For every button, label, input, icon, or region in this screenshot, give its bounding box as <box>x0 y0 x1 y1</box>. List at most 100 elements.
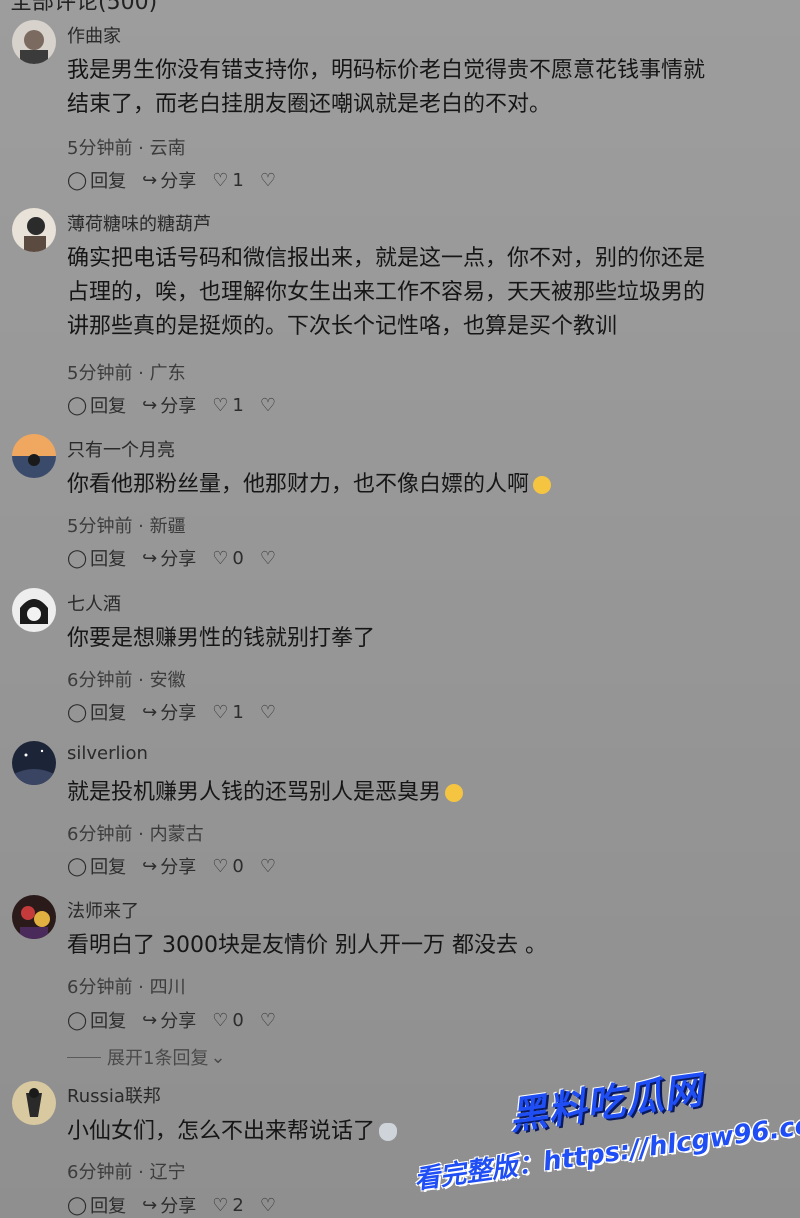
avatar[interactable] <box>12 741 56 785</box>
dislike-button[interactable]: ♡ <box>260 856 279 877</box>
heart-icon: ♡ <box>212 169 229 191</box>
comment-text-line: 你看他那粉丝量，他那财力，也不像白嫖的人啊 <box>67 468 787 502</box>
dislike-button[interactable]: ♡ <box>260 395 279 416</box>
broken-heart-icon: ♡ <box>259 394 276 416</box>
speech-bubble-icon: ◯ <box>67 1194 88 1216</box>
like-count: 1 <box>232 701 244 723</box>
divider <box>67 1056 101 1058</box>
grin-emoji-icon <box>533 476 552 494</box>
share-arrow-icon: ↪ <box>142 394 158 416</box>
reply-button[interactable]: ◯ 回复 <box>67 853 126 879</box>
username[interactable]: 作曲家 <box>67 22 121 48</box>
like-button[interactable]: ♡ 0 <box>212 548 244 569</box>
reply-button[interactable]: ◯ 回复 <box>67 699 126 725</box>
heart-icon: ♡ <box>212 701 229 723</box>
speech-bubble-icon: ◯ <box>67 547 88 569</box>
broken-heart-icon: ♡ <box>259 547 276 569</box>
share-button[interactable]: ↪ 分享 <box>142 1007 196 1033</box>
avatar[interactable] <box>12 208 56 252</box>
like-button[interactable]: ♡ 1 <box>212 395 244 416</box>
share-button[interactable]: ↪ 分享 <box>142 853 196 879</box>
broken-heart-icon: ♡ <box>259 855 276 877</box>
dislike-button[interactable]: ♡ <box>260 702 279 723</box>
heart-icon: ♡ <box>212 394 229 416</box>
avatar[interactable] <box>12 434 56 478</box>
share-button[interactable]: ↪ 分享 <box>142 392 196 418</box>
share-button[interactable]: ↪ 分享 <box>142 167 196 193</box>
username[interactable]: 只有一个月亮 <box>67 436 175 462</box>
dislike-button[interactable]: ♡ <box>260 1195 279 1216</box>
comment-text-line: 看明白了 3000块是友情价 别人开一万 都没去 。 <box>67 933 547 958</box>
comment-text-line: 你要是想赚男性的钱就别打拳了 <box>67 626 376 651</box>
like-button[interactable]: ♡ 1 <box>212 702 244 723</box>
reply-label: 回复 <box>90 703 127 724</box>
reply-button[interactable]: ◯ 回复 <box>67 545 126 571</box>
like-count: 1 <box>232 169 244 191</box>
share-label: 分享 <box>160 857 197 878</box>
timestamp-location: 6分钟前 · 安徽 <box>67 670 186 691</box>
dislike-button[interactable]: ♡ <box>260 548 279 569</box>
expand-replies-button[interactable]: 展开1条回复 ⌄ <box>67 1044 226 1070</box>
username[interactable]: Russia联邦 <box>67 1082 161 1108</box>
like-button[interactable]: ♡ 0 <box>212 856 244 877</box>
reply-button[interactable]: ◯ 回复 <box>67 167 126 193</box>
broken-heart-icon: ♡ <box>259 169 276 191</box>
share-button[interactable]: ↪ 分享 <box>142 1192 196 1218</box>
dislike-button[interactable]: ♡ <box>260 1010 279 1031</box>
reply-label: 回复 <box>90 549 127 570</box>
username[interactable]: 七人酒 <box>67 590 121 616</box>
comment-text-line: 占理的，唉，也理解你女生出来工作不容易，天天被那些垃圾男的 <box>67 280 706 305</box>
comment-text-line: 小仙女们，怎么不出来帮说话了 <box>67 1119 376 1144</box>
share-label: 分享 <box>160 549 197 570</box>
share-button[interactable]: ↪ 分享 <box>142 545 196 571</box>
timestamp-location: 6分钟前 · 辽宁 <box>67 1162 186 1183</box>
speech-bubble-icon: ◯ <box>67 394 88 416</box>
comment-actions: ◯ 回复 ↪ 分享 ♡ 2 ♡ <box>67 1192 295 1218</box>
share-arrow-icon: ↪ <box>142 1009 158 1031</box>
comment-actions: ◯ 回复 ↪ 分享 ♡ 1 ♡ <box>67 167 295 193</box>
share-label: 分享 <box>160 1196 197 1217</box>
like-button[interactable]: ♡ 2 <box>212 1195 244 1216</box>
heart-icon: ♡ <box>212 855 229 877</box>
comment-actions: ◯ 回复 ↪ 分享 ♡ 1 ♡ <box>67 699 295 725</box>
comment-text-line: 就是投机赚男人钱的还骂别人是恶臭男 <box>67 780 442 805</box>
share-arrow-icon: ↪ <box>142 169 158 191</box>
timestamp-location: 5分钟前 · 广东 <box>67 363 186 384</box>
avatar[interactable] <box>12 20 56 64</box>
share-button[interactable]: ↪ 分享 <box>142 699 196 725</box>
reply-label: 回复 <box>90 1196 127 1217</box>
dislike-button[interactable]: ♡ <box>260 170 279 191</box>
username[interactable]: silverlion <box>67 743 148 764</box>
avatar[interactable] <box>12 1081 56 1125</box>
comment-text: 确实把电话号码和微信报出来，就是这一点，你不对，别的你还是 占理的，唉，也理解你… <box>67 242 787 344</box>
heart-icon: ♡ <box>212 1009 229 1031</box>
comment-text: 我是男生你没有错支持你，明码标价老白觉得贵不愿意花钱事情就 结束了，而老白挂朋友… <box>67 54 787 122</box>
timestamp-location: 5分钟前 · 云南 <box>67 138 186 159</box>
share-arrow-icon: ↪ <box>142 1194 158 1216</box>
share-label: 分享 <box>160 171 197 192</box>
speech-bubble-icon: ◯ <box>67 855 88 877</box>
reply-button[interactable]: ◯ 回复 <box>67 392 126 418</box>
reply-button[interactable]: ◯ 回复 <box>67 1007 126 1033</box>
chevron-down-icon: ⌄ <box>210 1046 226 1068</box>
reply-button[interactable]: ◯ 回复 <box>67 1192 126 1218</box>
like-button[interactable]: ♡ 0 <box>212 1010 244 1031</box>
like-count: 1 <box>232 394 244 416</box>
like-count: 0 <box>232 855 244 877</box>
comment-actions: ◯ 回复 ↪ 分享 ♡ 0 ♡ <box>67 545 295 571</box>
broken-heart-icon: ♡ <box>259 1009 276 1031</box>
comment-text: 看明白了 3000块是友情价 别人开一万 都没去 。 <box>67 929 787 963</box>
like-button[interactable]: ♡ 1 <box>212 170 244 191</box>
username[interactable]: 法师来了 <box>67 897 139 923</box>
comment-text-line: 确实把电话号码和微信报出来，就是这一点，你不对，别的你还是 <box>67 246 706 271</box>
avatar[interactable] <box>12 588 56 632</box>
comment-text: 你要是想赚男性的钱就别打拳了 <box>67 622 787 656</box>
reply-label: 回复 <box>90 857 127 878</box>
username[interactable]: 薄荷糖味的糖葫芦 <box>67 210 211 236</box>
watermark: 黑料吃瓜网 看完整版：https://hlcgw96.com <box>412 1068 800 1218</box>
share-label: 分享 <box>160 1011 197 1032</box>
comment-actions: ◯ 回复 ↪ 分享 ♡ 0 ♡ <box>67 1007 295 1033</box>
speech-bubble-icon: ◯ <box>67 169 88 191</box>
share-arrow-icon: ↪ <box>142 855 158 877</box>
avatar[interactable] <box>12 895 56 939</box>
